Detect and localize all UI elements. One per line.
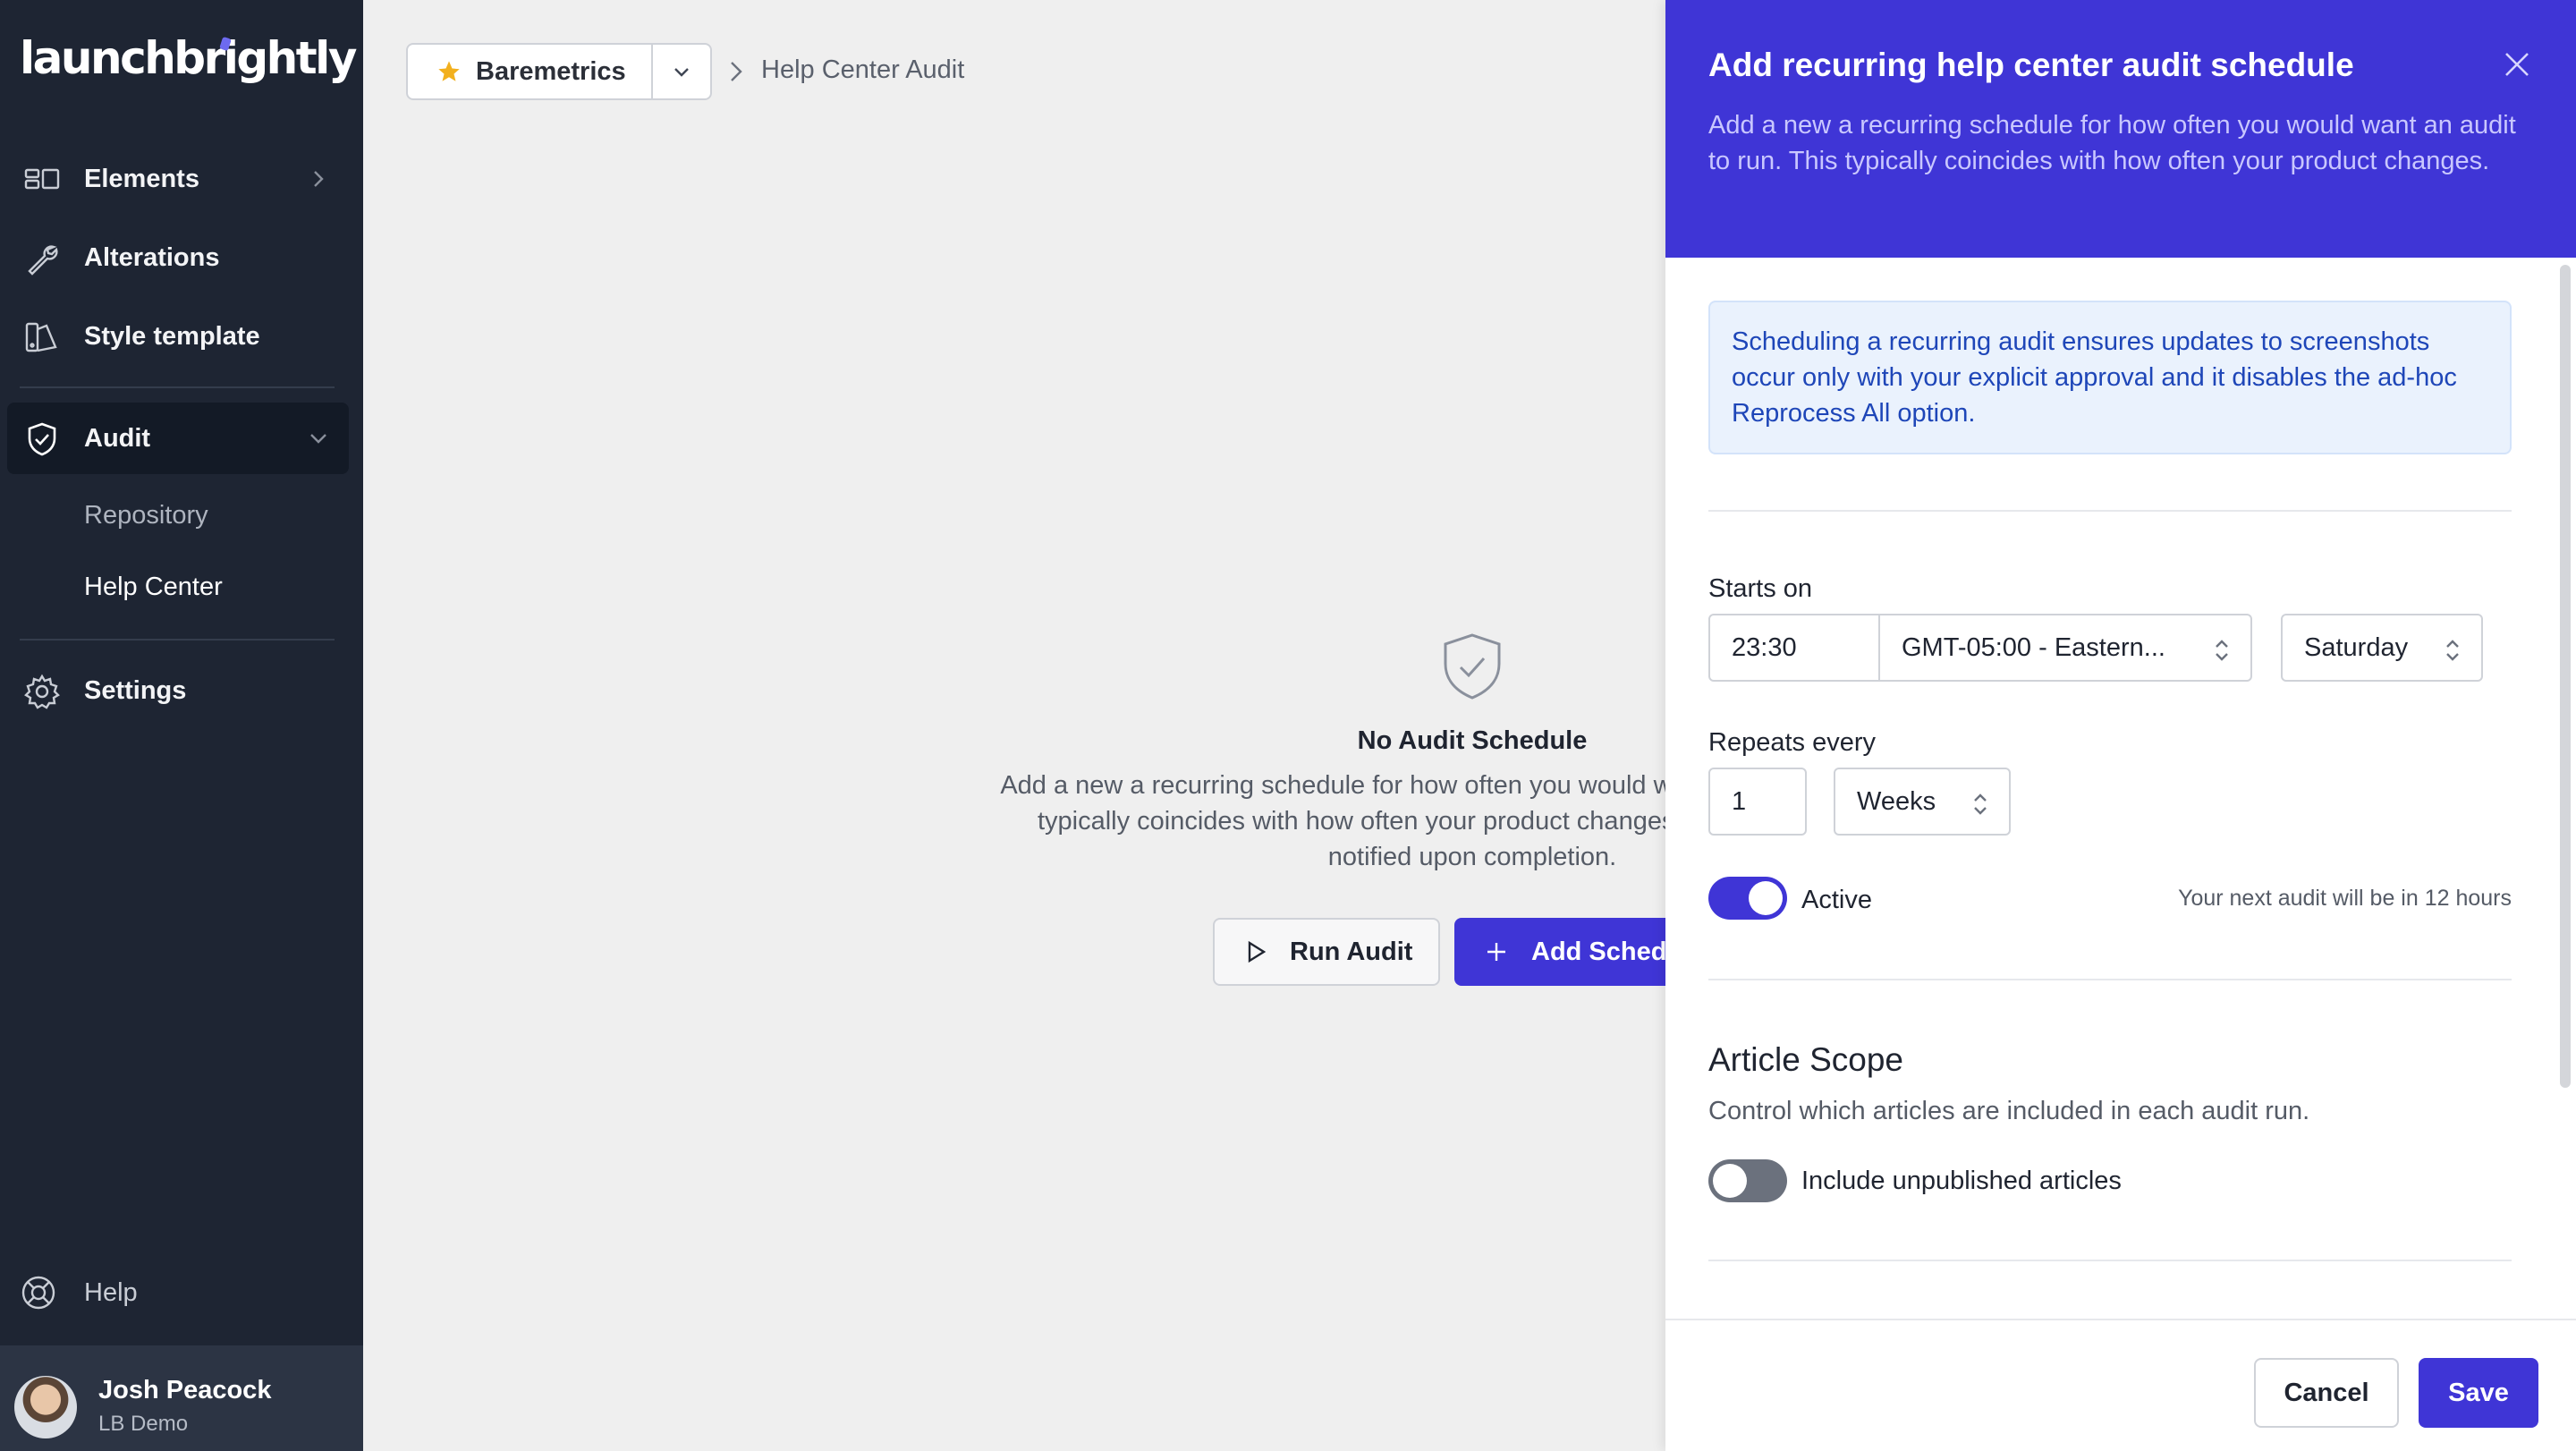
- chevron-right-icon: [314, 171, 324, 187]
- user-name: Josh Peacock: [98, 1376, 272, 1404]
- project-name: Baremetrics: [476, 56, 626, 86]
- toggle-knob: [1713, 1164, 1747, 1198]
- gear-icon: [24, 674, 60, 709]
- breadcrumb-separator-icon: [731, 62, 742, 81]
- user-org: LB Demo: [98, 1412, 189, 1436]
- sidebar-item-label: Alterations: [84, 242, 220, 272]
- breadcrumb-current-page: Help Center Audit: [761, 55, 965, 84]
- project-switcher: Baremetrics: [406, 43, 712, 100]
- include-unpublished-label: Include unpublished articles: [1801, 1167, 2122, 1195]
- select-updown-icon: [2216, 640, 2228, 661]
- sidebar-divider: [20, 386, 335, 388]
- repeat-unit-select[interactable]: Weeks: [1834, 768, 2011, 836]
- repeat-unit-value: Weeks: [1857, 786, 1936, 816]
- select-updown-icon: [2446, 640, 2459, 661]
- info-alert-text: Scheduling a recurring audit ensures upd…: [1732, 327, 2457, 428]
- panel-subtitle: Add a new a recurring schedule for how o…: [1708, 111, 2516, 175]
- active-label: Active: [1801, 886, 1872, 914]
- style-template-icon: [25, 322, 57, 352]
- user-profile[interactable]: Josh Peacock LB Demo: [0, 1345, 363, 1451]
- include-unpublished-toggle[interactable]: [1708, 1159, 1787, 1202]
- close-icon[interactable]: [2501, 48, 2533, 81]
- plus-icon: [1487, 943, 1505, 961]
- timezone-select[interactable]: GMT-05:00 - Eastern...: [1878, 614, 2252, 682]
- avatar: [14, 1376, 77, 1438]
- run-audit-label: Run Audit: [1290, 937, 1413, 966]
- panel-header: Add recurring help center audit schedule…: [1665, 0, 2576, 258]
- play-icon: [1248, 940, 1267, 963]
- save-button[interactable]: Save: [2419, 1358, 2538, 1428]
- next-audit-text: Your next audit will be in 12 hours: [2178, 886, 2512, 911]
- info-alert: Scheduling a recurring audit ensures upd…: [1708, 301, 2512, 454]
- divider: [1708, 979, 2512, 980]
- article-scope-description: Control which articles are included in e…: [1708, 1097, 2310, 1125]
- active-toggle[interactable]: [1708, 877, 1787, 920]
- panel-footer: Cancel Save: [1665, 1319, 2576, 1451]
- sidebar-item-style-template[interactable]: Style template: [7, 301, 349, 372]
- project-dropdown-button[interactable]: [653, 45, 710, 98]
- logo[interactable]: launchbrightly: [20, 32, 357, 95]
- sidebar-item-audit[interactable]: Audit: [7, 403, 349, 474]
- repeat-count-input[interactable]: 1: [1708, 768, 1807, 836]
- sidebar-item-label: Style template: [84, 321, 260, 351]
- day-value: Saturday: [2304, 632, 2409, 662]
- sidebar-item-alterations[interactable]: Alterations: [7, 222, 349, 293]
- sidebar-item-label: Audit: [84, 423, 151, 453]
- star-icon: [438, 61, 460, 81]
- day-select[interactable]: Saturday: [2281, 614, 2483, 682]
- help-link[interactable]: Help: [20, 1274, 138, 1311]
- sidebar: launchbrightly Elements Alterations Styl…: [0, 0, 363, 1451]
- panel-scrollbar[interactable]: [2560, 265, 2571, 1088]
- sidebar-item-elements[interactable]: Elements: [7, 143, 349, 215]
- shield-check-icon: [28, 422, 56, 456]
- starts-on-label: Starts on: [1708, 574, 1813, 603]
- sidebar-divider: [20, 639, 335, 641]
- sidebar-subitem-help-center[interactable]: Help Center: [84, 573, 223, 602]
- schedule-panel: Add recurring help center audit schedule…: [1665, 0, 2576, 1451]
- sidebar-subitem-repository[interactable]: Repository: [84, 501, 208, 530]
- logo-text: launchbrightly: [20, 32, 357, 84]
- chevron-down-icon: [674, 68, 689, 77]
- repeats-every-label: Repeats every: [1708, 728, 1876, 757]
- cancel-button[interactable]: Cancel: [2254, 1358, 2399, 1428]
- toggle-knob: [1749, 881, 1783, 915]
- help-label: Help: [84, 1277, 138, 1307]
- wrench-icon: [28, 245, 58, 276]
- empty-state-title: No Audit Schedule: [1357, 726, 1588, 755]
- sidebar-item-label: Settings: [84, 675, 187, 705]
- lifebuoy-icon: [21, 1276, 55, 1310]
- project-button[interactable]: Baremetrics: [408, 45, 653, 98]
- divider: [1708, 510, 2512, 512]
- timezone-value: GMT-05:00 - Eastern...: [1902, 632, 2165, 662]
- select-updown-icon: [1974, 793, 1987, 815]
- sidebar-item-settings[interactable]: Settings: [7, 655, 349, 726]
- shield-check-icon: [1444, 633, 1501, 700]
- sidebar-item-label: Elements: [84, 164, 199, 193]
- elements-icon: [24, 168, 60, 190]
- article-scope-title: Article Scope: [1708, 1041, 1903, 1078]
- run-audit-button[interactable]: Run Audit: [1213, 918, 1440, 986]
- start-time-input[interactable]: 23:30: [1708, 614, 1880, 682]
- panel-title: Add recurring help center audit schedule: [1708, 47, 2354, 83]
- divider: [1708, 1260, 2512, 1261]
- chevron-down-icon: [310, 434, 326, 444]
